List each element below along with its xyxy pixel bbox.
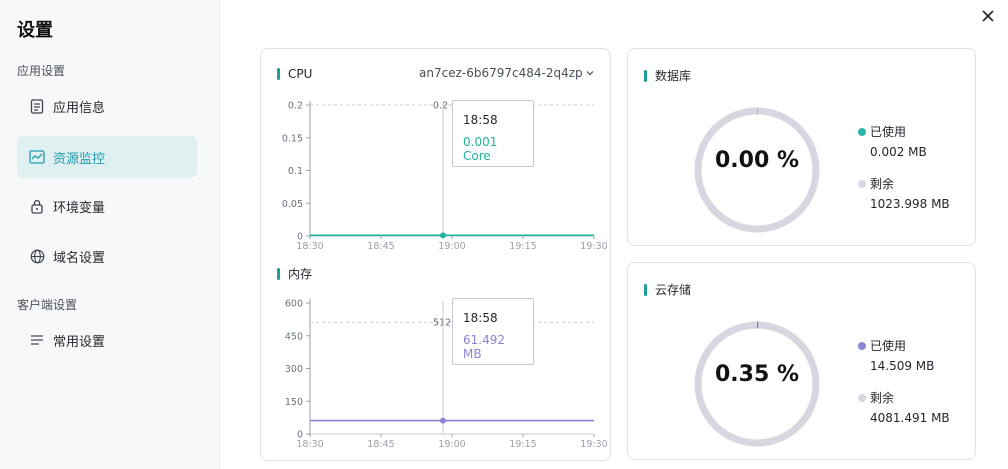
y-tick-label: 0.15: [282, 133, 303, 144]
x-tick-label: 18:30: [296, 439, 323, 450]
tooltip-time: 18:58: [463, 311, 498, 325]
used-dot: [858, 127, 866, 136]
y-tick-label: 0.05: [282, 199, 303, 210]
x-tick-label: 19:00: [438, 241, 465, 252]
cpu-title: CPU: [277, 67, 312, 81]
free-dot: [858, 393, 866, 402]
legend-used: 已使用: [858, 123, 906, 140]
sidebar-item-common[interactable]: 常用设置: [17, 319, 197, 361]
tooltip-value: 61.492 MB: [463, 333, 505, 361]
sidebar-item-label: 资源监控: [53, 151, 106, 167]
memory-tooltip: 18:58 61.492 MB: [452, 298, 534, 365]
chevron-down-icon: [586, 71, 594, 76]
settings-sidebar: 设置 应用设置 应用信息 资源监控 环境变量 域名设置 客户端设置 常用设置: [0, 0, 220, 469]
cpu-chart[interactable]: 00.050.10.150.218:30 18:45 19:00 19:15 19:30…: [261, 93, 611, 253]
x-tick-label: 19:30: [580, 439, 607, 450]
used-value: 0.002 MB: [870, 145, 927, 159]
tooltip-time: 18:58: [463, 113, 498, 127]
database-percent: 0.00 %: [715, 148, 799, 173]
document-icon: [29, 98, 45, 114]
monitor-card: CPU an7cez-6b6797c484-2q4zp 0 0.05 0.1 0.15…: [260, 48, 611, 461]
y-tick-label: 600: [285, 299, 303, 310]
x-tick-label: 18:45: [367, 241, 394, 252]
memory-title: 内存: [277, 265, 312, 282]
free-value: 1023.998 MB: [870, 197, 950, 211]
y-tick-label: 450: [285, 331, 303, 342]
sidebar-item-domain[interactable]: 域名设置: [17, 235, 197, 277]
memory-chart[interactable]: 015030045060018:30 18:45 19:00 19:15 19:3051…: [261, 291, 611, 451]
sidebar-title: 设置: [17, 20, 53, 41]
y-tick-label: 0.2: [288, 101, 303, 112]
x-tick-label: 19:15: [509, 241, 536, 252]
sidebar-item-env-vars[interactable]: 环境变量: [17, 185, 197, 227]
y-tick-label: 0.1: [288, 166, 303, 177]
group-label-app: 应用设置: [17, 64, 66, 78]
highlight-point: [440, 232, 446, 239]
storage-card: 云存储 0.35 % 已使用 14.509 MB 剩余 4081.491 MB: [627, 262, 976, 460]
x-tick-label: 19:15: [509, 439, 536, 450]
used-dot: [858, 341, 866, 350]
storage-title: 云存储: [644, 281, 691, 298]
legend-free: 剩余: [858, 175, 894, 192]
limit-label: 512: [433, 318, 451, 329]
close-icon: [982, 10, 994, 22]
pod-selector[interactable]: an7cez-6b6797c484-2q4zp: [419, 66, 594, 80]
free-value: 4081.491 MB: [870, 411, 950, 425]
free-dot: [858, 179, 866, 188]
x-tick-label: 19:00: [438, 439, 465, 450]
close-button[interactable]: [978, 6, 998, 26]
sidebar-item-label: 环境变量: [53, 200, 106, 216]
used-value: 14.509 MB: [870, 359, 935, 373]
monitor-chart-icon: [29, 149, 45, 165]
tooltip-value: 0.001 Core: [463, 135, 498, 163]
sidebar-item-app-info[interactable]: 应用信息: [17, 85, 197, 127]
legend-used: 已使用: [858, 337, 906, 354]
group-label-client: 客户端设置: [17, 298, 78, 312]
globe-icon: [29, 248, 45, 264]
x-tick-label: 18:30: [296, 241, 323, 252]
database-title: 数据库: [644, 67, 691, 84]
y-tick-label: 300: [285, 364, 303, 375]
sidebar-item-label: 域名设置: [53, 250, 106, 266]
pod-name: an7cez-6b6797c484-2q4zp: [419, 66, 583, 80]
sidebar-item-label: 常用设置: [53, 334, 106, 350]
database-card: 数据库 0.00 % 已使用 0.002 MB 剩余 1023.998 MB: [627, 48, 976, 246]
sidebar-item-label: 应用信息: [53, 100, 106, 116]
highlight-point: [440, 417, 446, 424]
x-tick-label: 18:45: [367, 439, 394, 450]
y-tick-label: 150: [285, 397, 303, 408]
legend-free: 剩余: [858, 389, 894, 406]
menu-lines-icon: [29, 332, 45, 348]
storage-percent: 0.35 %: [715, 362, 799, 387]
x-tick-label: 19:30: [580, 241, 607, 252]
lock-icon: [29, 198, 45, 214]
sidebar-item-resource-monitor[interactable]: 资源监控: [17, 136, 197, 178]
cpu-tooltip: 18:58 0.001 Core: [452, 100, 534, 167]
